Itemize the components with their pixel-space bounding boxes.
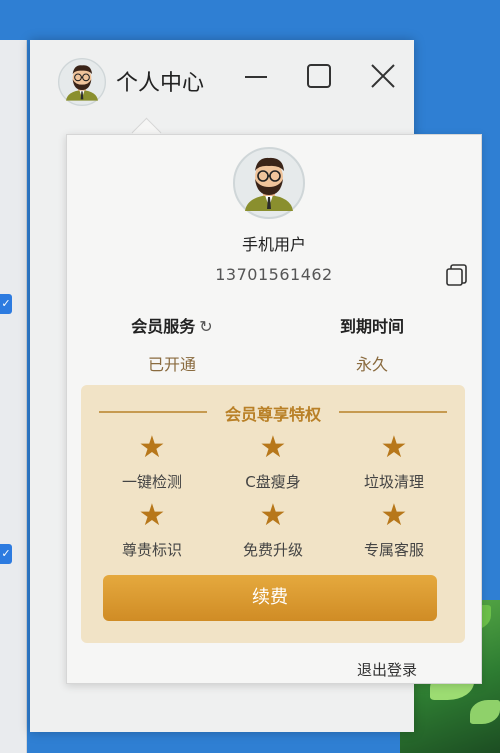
benefit-item: ★ C盘瘦身 [218, 433, 328, 492]
member-service: 会员服务 ↻ 已开通 [107, 313, 237, 375]
user-phone: 13701561462 [215, 265, 333, 284]
member-benefits-panel: 会员尊享特权 ★ 一键检测 ★ C盘瘦身 ★ 垃圾清理 ★ 尊贵标识 ★ 免费升… [81, 385, 465, 643]
avatar[interactable] [58, 58, 106, 106]
maximize-icon [307, 64, 331, 88]
minimize-button[interactable] [240, 60, 272, 92]
user-info-popup: 手机用户 13701561462 会员服务 ↻ 已开通 到期时间 永久 会员尊享特… [66, 134, 482, 684]
checkbox-checked-icon[interactable]: ✓ [0, 294, 12, 314]
user-avatar-icon [233, 147, 305, 219]
star-icon: ★ [380, 430, 408, 465]
star-icon: ★ [259, 430, 287, 465]
minimize-icon [245, 76, 267, 78]
title-bar: 个人中心 [30, 40, 414, 118]
benefit-item: ★ 尊贵标识 [97, 501, 207, 560]
star-icon: ★ [138, 498, 166, 533]
benefit-item: ★ 一键检测 [97, 433, 207, 492]
member-service-value: 已开通 [147, 355, 196, 374]
avatar[interactable] [233, 147, 305, 219]
user-name: 手机用户 [241, 235, 306, 254]
star-icon: ★ [380, 498, 408, 533]
member-expiry: 到期时间 永久 [307, 313, 437, 375]
refresh-icon[interactable]: ↻ [199, 317, 212, 336]
benefit-item: ★ 垃圾清理 [339, 433, 449, 492]
maximize-button[interactable] [303, 60, 335, 92]
close-button[interactable] [367, 60, 399, 92]
renew-button[interactable]: 续费 [103, 575, 437, 621]
user-avatar-icon [58, 58, 106, 106]
close-icon [371, 64, 395, 88]
logout-link[interactable]: 退出登录 [357, 659, 417, 680]
star-icon: ★ [138, 430, 166, 465]
expiry-value: 永久 [355, 355, 388, 374]
star-icon: ★ [259, 498, 287, 533]
copy-icon[interactable] [445, 263, 469, 287]
benefit-item: ★ 专属客服 [339, 501, 449, 560]
window-title: 个人中心 [116, 71, 205, 96]
expiry-label: 到期时间 [339, 317, 404, 336]
benefits-title: 会员尊享特权 [224, 405, 321, 424]
member-service-label: 会员服务 [131, 317, 196, 336]
background-window-edge [0, 40, 27, 753]
benefit-item: ★ 免费升级 [218, 501, 328, 560]
checkbox-checked-icon[interactable]: ✓ [0, 544, 12, 564]
